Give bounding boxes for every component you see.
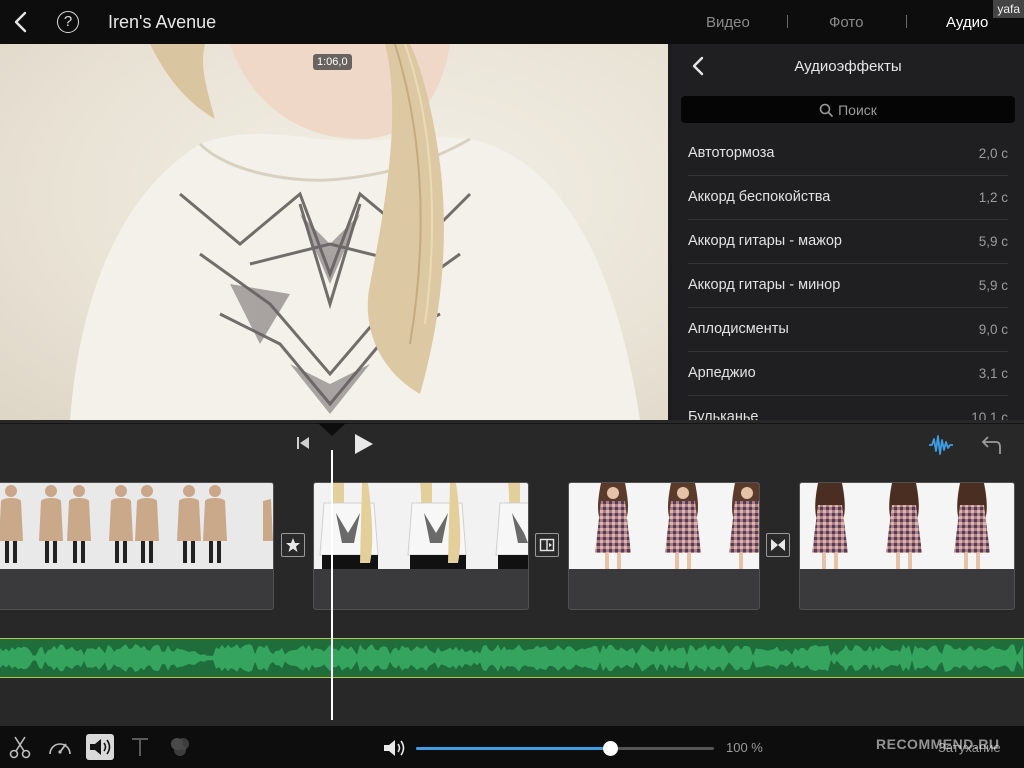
timecode-badge: 1:06,0 [313,54,352,70]
timeline[interactable] [0,420,1024,726]
audio-track[interactable] [0,638,1024,678]
speedometer-icon[interactable] [46,734,74,760]
effect-name: Аккорд гитары - минор [688,277,841,293]
effect-name: Аплодисменты [688,321,789,337]
divider [0,423,1024,424]
help-button[interactable]: ? [57,11,79,33]
effect-duration: 1,2 с [978,190,1008,205]
watermark-label: yafa [993,0,1024,18]
effect-duration: 10,1 с [971,410,1008,420]
video-clip[interactable] [568,482,760,610]
effect-name: Аккорд беспокойства [688,189,831,205]
list-item[interactable]: Аккорд гитары - мажор 5,9 с [672,220,1024,264]
effect-duration: 3,1 с [978,366,1008,381]
play-icon[interactable] [352,433,374,455]
project-title: Iren's Avenue [108,12,217,32]
bowtie-icon [771,539,785,551]
clip-thumbnail [0,483,273,569]
scissors-icon[interactable] [6,734,34,760]
undo-icon[interactable] [976,434,1002,456]
audio-effects-list: Автотормоза 2,0 с Аккорд беспокойства 1,2 … [672,132,1024,420]
volume-slider-knob[interactable] [602,741,618,756]
playhead[interactable] [331,450,333,720]
list-item[interactable]: Аплодисменты 9,0 с [672,308,1024,352]
list-item[interactable]: Арпеджио 3,1 с [672,352,1024,396]
video-clip[interactable] [313,482,529,610]
video-clip[interactable] [799,482,1015,610]
playhead-marker [318,423,346,436]
video-clip[interactable] [0,482,274,610]
preview-image [70,44,640,420]
search-icon [819,103,833,117]
effect-name: Арпеджио [688,365,756,381]
top-bar: ? Iren's Avenue Видео Фото Аудио yafa [0,0,1024,44]
tab-video[interactable]: Видео [706,14,750,31]
search-input[interactable]: Поиск [681,96,1015,123]
text-icon[interactable] [126,734,154,760]
effect-name: Бульканье [688,409,759,420]
tab-audio[interactable]: Аудио [946,14,988,31]
search-placeholder: Поиск [838,102,877,118]
video-preview[interactable]: 1:06,0 [0,44,668,420]
split-icon [539,538,555,552]
volume-slider[interactable] [416,741,714,756]
filters-icon[interactable] [166,734,194,760]
effect-name: Аккорд гитары - мажор [688,233,842,249]
list-item[interactable]: Аккорд гитары - минор 5,9 с [672,264,1024,308]
volume-slider-fill [416,747,610,750]
list-item[interactable]: Аккорд беспокойства 1,2 с [672,176,1024,220]
effect-duration: 5,9 с [978,278,1008,293]
tab-divider [906,15,907,28]
skip-to-start-icon[interactable] [295,436,311,450]
audio-effects-panel: Аудиоэффекты Поиск Автотормоза 2,0 с Акко… [672,44,1024,420]
waveform-shape [0,644,1023,672]
panel-title: Аудиоэффекты [794,58,902,75]
transition-button[interactable] [766,533,790,557]
transition-button[interactable] [281,533,305,557]
effect-duration: 9,0 с [978,322,1008,337]
list-item[interactable]: Автотормоза 2,0 с [672,132,1024,176]
star-icon [286,538,300,552]
volume-percent-label: 100 % [726,740,763,755]
watermark-label: RECOMMEND.RU [876,736,1000,752]
clip-thumbnail [314,483,528,569]
effect-duration: 2,0 с [978,146,1008,161]
bottom-toolbar: 100 % Затухание RECOMMEND.RU [0,726,1024,768]
volume-icon[interactable] [382,738,408,758]
clip-thumbnail [569,483,759,569]
effect-name: Автотормоза [688,145,775,161]
tab-photo[interactable]: Фото [829,14,863,31]
effect-duration: 5,9 с [978,234,1008,249]
list-item[interactable]: Бульканье 10,1 с [672,396,1024,420]
audio-waveform [0,644,1023,672]
back-icon[interactable] [8,9,34,35]
panel-header: Аудиоэффекты [672,44,1024,88]
clip-thumbnail [800,483,1014,569]
transition-button[interactable] [535,533,559,557]
tab-divider [787,15,788,28]
waveform-icon[interactable] [928,434,954,456]
speaker-icon[interactable] [86,734,114,760]
